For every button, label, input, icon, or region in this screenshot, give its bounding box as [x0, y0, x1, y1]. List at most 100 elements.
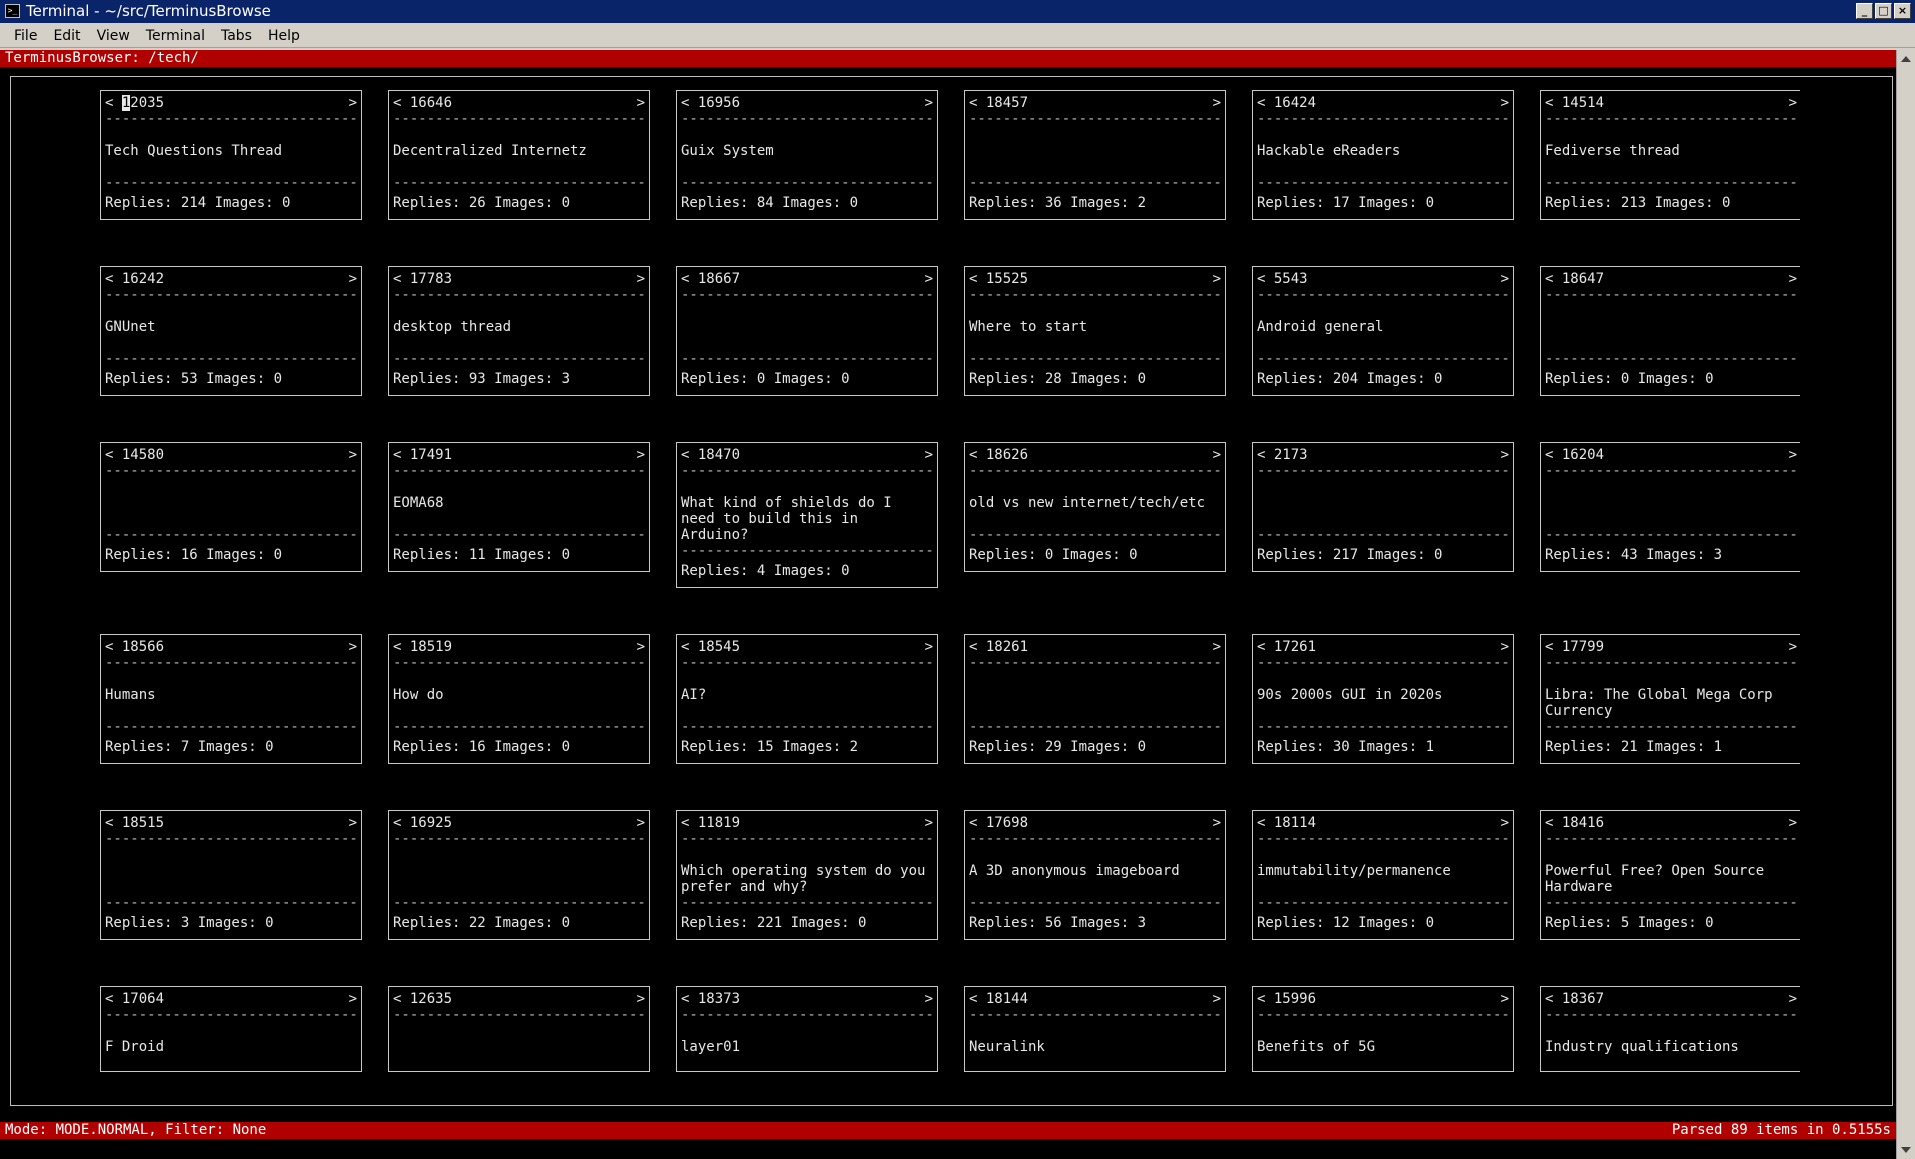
prev-arrow-icon[interactable]: <	[1545, 447, 1562, 463]
next-arrow-icon[interactable]: >	[1501, 815, 1509, 831]
prev-arrow-icon[interactable]: <	[1257, 815, 1274, 831]
next-arrow-icon[interactable]: >	[1789, 639, 1797, 655]
thread-card[interactable]: < 18566>--------------------------------…	[100, 634, 362, 764]
next-arrow-icon[interactable]: >	[349, 639, 357, 655]
next-arrow-icon[interactable]: >	[1213, 639, 1221, 655]
next-arrow-icon[interactable]: >	[1213, 271, 1221, 287]
thread-card[interactable]: < 18647 > ------------------------------ --…	[1540, 266, 1800, 396]
prev-arrow-icon[interactable]: <	[1545, 991, 1562, 1007]
prev-arrow-icon[interactable]: <	[969, 95, 986, 111]
window-titlebar[interactable]: >_ Terminal - ~/src/TerminusBrowse _ □ ×	[0, 0, 1915, 23]
menu-edit[interactable]: Edit	[45, 24, 88, 47]
thread-card[interactable]: < 18470>--------------------------------…	[676, 442, 938, 588]
next-arrow-icon[interactable]: >	[637, 991, 645, 1007]
thread-card[interactable]: < 15996 >--------------------------------…	[1252, 986, 1514, 1072]
prev-arrow-icon[interactable]: <	[969, 991, 986, 1007]
menu-tabs[interactable]: Tabs	[213, 24, 260, 47]
next-arrow-icon[interactable]: >	[1501, 271, 1509, 287]
thread-card[interactable]: < 18261 > ------------------------------ --…	[964, 634, 1226, 764]
thread-card[interactable]: < 16204 > ------------------------------ --…	[1540, 442, 1800, 572]
vertical-scrollbar[interactable]	[1896, 50, 1915, 1159]
prev-arrow-icon[interactable]: <	[393, 991, 410, 1007]
thread-card[interactable]: < 5543>---------------------------------…	[1252, 266, 1514, 396]
minimize-button[interactable]: _	[1856, 3, 1873, 19]
next-arrow-icon[interactable]: >	[1213, 95, 1221, 111]
prev-arrow-icon[interactable]: <	[1257, 639, 1274, 655]
thread-card[interactable]: < 18667 > ------------------------------ --…	[676, 266, 938, 396]
prev-arrow-icon[interactable]: <	[1545, 271, 1562, 287]
next-arrow-icon[interactable]: >	[349, 447, 357, 463]
prev-arrow-icon[interactable]: <	[393, 447, 410, 463]
thread-card[interactable]: < 18545>--------------------------------…	[676, 634, 938, 764]
prev-arrow-icon[interactable]: <	[1257, 447, 1274, 463]
next-arrow-icon[interactable]: >	[637, 639, 645, 655]
thread-card[interactable]: < 18519>--------------------------------…	[388, 634, 650, 764]
next-arrow-icon[interactable]: >	[925, 991, 933, 1007]
thread-card[interactable]: < 18626>--------------------------------…	[964, 442, 1226, 572]
next-arrow-icon[interactable]: >	[1501, 991, 1509, 1007]
prev-arrow-icon[interactable]: <	[1257, 271, 1274, 287]
menu-view[interactable]: View	[89, 24, 138, 47]
prev-arrow-icon[interactable]: <	[1257, 991, 1274, 1007]
thread-card[interactable]: < 18114>--------------------------------…	[1252, 810, 1514, 940]
prev-arrow-icon[interactable]: <	[1545, 95, 1562, 111]
thread-card[interactable]: < 17783>--------------------------------…	[388, 266, 650, 396]
prev-arrow-icon[interactable]: <	[969, 447, 986, 463]
prev-arrow-icon[interactable]: <	[105, 991, 122, 1007]
prev-arrow-icon[interactable]: <	[969, 815, 986, 831]
thread-card[interactable]: < 16956>--------------------------------…	[676, 90, 938, 220]
next-arrow-icon[interactable]: >	[1789, 447, 1797, 463]
thread-card[interactable]: < 18144 >--------------------------------…	[964, 986, 1226, 1072]
thread-card[interactable]: < 18457 > ------------------------------ --…	[964, 90, 1226, 220]
prev-arrow-icon[interactable]: <	[105, 815, 122, 831]
prev-arrow-icon[interactable]: <	[681, 95, 698, 111]
next-arrow-icon[interactable]: >	[1789, 95, 1797, 111]
menu-terminal[interactable]: Terminal	[138, 24, 213, 47]
thread-card[interactable]: < 14514>--------------------------------…	[1540, 90, 1800, 220]
thread-card[interactable]: < 2173 > ------------------------------ ---…	[1252, 442, 1514, 572]
next-arrow-icon[interactable]: >	[1789, 271, 1797, 287]
prev-arrow-icon[interactable]: <	[393, 271, 410, 287]
next-arrow-icon[interactable]: >	[1501, 95, 1509, 111]
next-arrow-icon[interactable]: >	[349, 95, 357, 111]
prev-arrow-icon[interactable]: <	[681, 447, 698, 463]
scroll-up-icon[interactable]	[1901, 56, 1911, 62]
prev-arrow-icon[interactable]: <	[105, 447, 122, 463]
thread-card[interactable]: < 17698>--------------------------------…	[964, 810, 1226, 940]
prev-arrow-icon[interactable]: <	[105, 95, 122, 111]
thread-card[interactable]: < 18367 >--------------------------------…	[1540, 986, 1800, 1072]
prev-arrow-icon[interactable]: <	[393, 95, 410, 111]
next-arrow-icon[interactable]: >	[349, 271, 357, 287]
thread-card[interactable]: < 16424>--------------------------------…	[1252, 90, 1514, 220]
prev-arrow-icon[interactable]: <	[105, 639, 122, 655]
thread-card[interactable]: < 16646>--------------------------------…	[388, 90, 650, 220]
next-arrow-icon[interactable]: >	[349, 991, 357, 1007]
menu-help[interactable]: Help	[260, 24, 308, 47]
next-arrow-icon[interactable]: >	[1213, 815, 1221, 831]
maximize-button[interactable]: □	[1875, 3, 1892, 19]
next-arrow-icon[interactable]: >	[1501, 639, 1509, 655]
thread-card[interactable]: < 16242>--------------------------------…	[100, 266, 362, 396]
prev-arrow-icon[interactable]: <	[681, 271, 698, 287]
next-arrow-icon[interactable]: >	[925, 95, 933, 111]
next-arrow-icon[interactable]: >	[1213, 991, 1221, 1007]
next-arrow-icon[interactable]: >	[1501, 447, 1509, 463]
thread-card[interactable]: < 18416>--------------------------------…	[1540, 810, 1800, 940]
terminal-area[interactable]: TerminusBrowser: /tech/ < 12035 > --------…	[0, 50, 1896, 1159]
thread-card[interactable]: < 17261>--------------------------------…	[1252, 634, 1514, 764]
prev-arrow-icon[interactable]: <	[969, 271, 986, 287]
next-arrow-icon[interactable]: >	[925, 271, 933, 287]
prev-arrow-icon[interactable]: <	[681, 815, 698, 831]
next-arrow-icon[interactable]: >	[1789, 991, 1797, 1007]
next-arrow-icon[interactable]: >	[637, 447, 645, 463]
thread-card[interactable]: < 12635 >--------------------------------…	[388, 986, 650, 1072]
thread-card[interactable]: < 17799>--------------------------------…	[1540, 634, 1800, 764]
thread-card[interactable]: < 16925 > ------------------------------ --…	[388, 810, 650, 940]
prev-arrow-icon[interactable]: <	[393, 639, 410, 655]
prev-arrow-icon[interactable]: <	[1257, 95, 1274, 111]
prev-arrow-icon[interactable]: <	[1545, 815, 1562, 831]
prev-arrow-icon[interactable]: <	[681, 991, 698, 1007]
next-arrow-icon[interactable]: >	[349, 815, 357, 831]
close-button[interactable]: ×	[1894, 3, 1911, 19]
prev-arrow-icon[interactable]: <	[969, 639, 986, 655]
